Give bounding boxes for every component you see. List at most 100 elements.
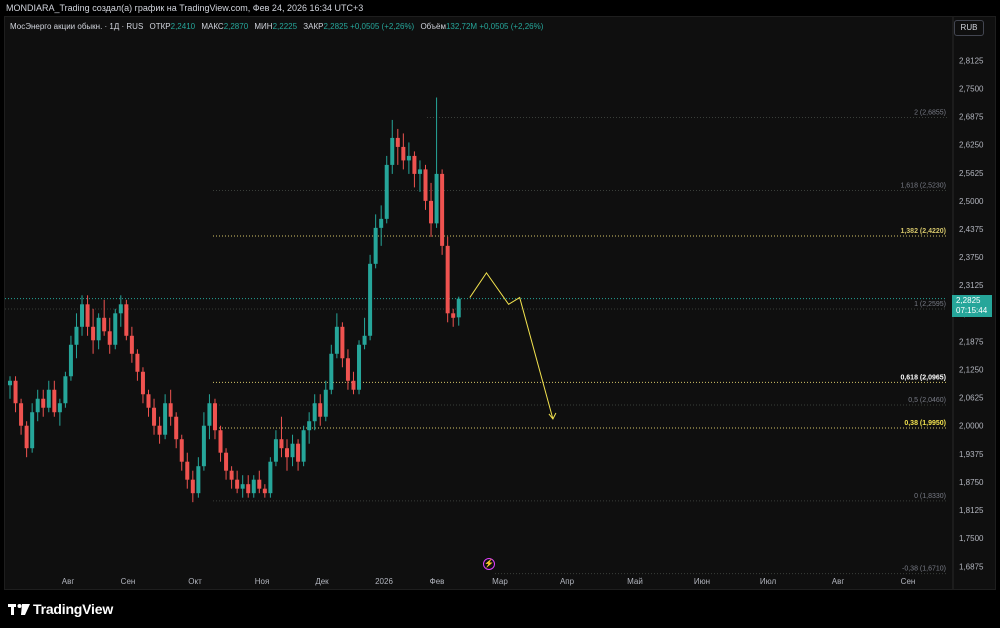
candle-body[interactable] — [185, 461, 190, 480]
candle-body[interactable] — [451, 313, 456, 318]
candle-body[interactable] — [146, 394, 151, 408]
candle-body[interactable] — [357, 344, 362, 390]
candle-body[interactable] — [152, 407, 157, 426]
low-value: 2,2225 — [272, 22, 298, 31]
candle-body[interactable] — [257, 479, 262, 489]
candle-body[interactable] — [406, 155, 411, 161]
currency-button[interactable]: RUB — [954, 20, 984, 36]
candle-body[interactable] — [179, 439, 184, 462]
candle-body[interactable] — [434, 173, 439, 224]
candle-body[interactable] — [390, 137, 395, 165]
candle-body[interactable] — [429, 200, 434, 224]
candle-body[interactable] — [251, 479, 256, 494]
low-label: МИН — [254, 22, 273, 31]
candle-body[interactable] — [201, 425, 206, 467]
chart-area[interactable]: 2,87502,81252,75002,68752,62502,56252,50… — [4, 16, 996, 590]
candle-body[interactable] — [41, 398, 46, 408]
price-chart[interactable]: 2,87502,81252,75002,68752,62502,56252,50… — [5, 17, 995, 589]
time-axis-tick: Май — [627, 577, 643, 586]
candle-body[interactable] — [368, 263, 373, 336]
candle-body[interactable] — [124, 304, 129, 336]
candle-body[interactable] — [30, 412, 35, 449]
candle-body[interactable] — [85, 304, 90, 327]
candle-body[interactable] — [129, 335, 134, 354]
candle-body[interactable] — [35, 398, 40, 413]
candle-body[interactable] — [318, 403, 323, 417]
candle-body[interactable] — [445, 245, 450, 314]
candle-body[interactable] — [417, 169, 422, 174]
candle-body[interactable] — [395, 137, 400, 147]
candle-body[interactable] — [80, 304, 85, 327]
candle-body[interactable] — [8, 380, 12, 386]
candle-body[interactable] — [323, 389, 328, 417]
candle-body[interactable] — [229, 470, 234, 480]
candle-body[interactable] — [63, 376, 68, 404]
time-axis-tick: Сен — [901, 577, 916, 586]
candle-body[interactable] — [296, 443, 301, 462]
candle-body[interactable] — [224, 452, 229, 471]
flash-icon[interactable]: ⚡ — [483, 558, 495, 570]
projection-path[interactable] — [469, 271, 554, 420]
candle-body[interactable] — [91, 326, 96, 341]
candle-body[interactable] — [456, 298, 461, 318]
candle-body[interactable] — [401, 146, 406, 161]
candle-body[interactable] — [362, 335, 367, 345]
high-value: 2,2870 — [223, 22, 249, 31]
candle-body[interactable] — [163, 403, 168, 435]
candle-body[interactable] — [290, 443, 295, 458]
candle-body[interactable] — [19, 403, 24, 426]
candle-body[interactable] — [279, 439, 284, 449]
price-axis-tick: 2,4375 — [959, 225, 984, 234]
candle-body[interactable] — [174, 416, 179, 440]
candle-body[interactable] — [384, 164, 389, 219]
candle-body[interactable] — [373, 227, 378, 264]
candle-body[interactable] — [207, 403, 212, 426]
candle-body[interactable] — [340, 326, 345, 359]
candle-body[interactable] — [46, 389, 51, 408]
tradingview-logo[interactable]: TradingView — [8, 601, 113, 617]
candle-body[interactable] — [118, 304, 123, 314]
time-axis-tick: Апр — [560, 577, 575, 586]
candle-body[interactable] — [285, 448, 289, 458]
chart-header-title: MONDIARA_Trading создал(а) график на Tra… — [6, 3, 364, 13]
candle-body[interactable] — [74, 326, 79, 345]
candle-body[interactable] — [235, 479, 240, 489]
candle-body[interactable] — [190, 479, 195, 494]
candle-body[interactable] — [262, 488, 267, 494]
candle-body[interactable] — [24, 425, 29, 449]
candle-body[interactable] — [140, 371, 145, 395]
candle-body[interactable] — [107, 331, 112, 345]
candle-body[interactable] — [268, 461, 273, 494]
candle-body[interactable] — [168, 403, 173, 417]
candle-body[interactable] — [345, 358, 350, 381]
candle-body[interactable] — [196, 466, 201, 494]
candle-body[interactable] — [57, 403, 62, 413]
candle-body[interactable] — [157, 425, 162, 435]
time-axis-tick: Сен — [121, 577, 136, 586]
candle-body[interactable] — [68, 344, 73, 377]
candle-body[interactable] — [218, 430, 223, 453]
candle-body[interactable] — [113, 313, 118, 345]
candle-body[interactable] — [52, 389, 57, 413]
candle-body[interactable] — [96, 317, 101, 341]
candle-body[interactable] — [307, 421, 312, 431]
candle-body[interactable] — [13, 380, 18, 404]
candle-body[interactable] — [102, 317, 107, 332]
candle-body[interactable] — [351, 380, 356, 390]
candle-body[interactable] — [301, 430, 306, 462]
candle-body[interactable] — [135, 353, 140, 372]
candle-body[interactable] — [379, 218, 384, 228]
candle-body[interactable] — [212, 403, 217, 431]
candle-body[interactable] — [423, 169, 428, 201]
candle-body[interactable] — [273, 439, 278, 462]
candle-body[interactable] — [312, 403, 317, 422]
fib-level-label: 2 (2,6855) — [914, 109, 946, 116]
candle-body[interactable] — [440, 173, 445, 246]
candle-body[interactable] — [412, 155, 417, 174]
candle-body[interactable] — [240, 484, 245, 489]
symbol-name[interactable]: МосЭнерго акции обыкн. · 1Д · RUS — [10, 22, 143, 31]
candle-body[interactable] — [334, 326, 339, 354]
price-axis-tick: 1,7500 — [959, 534, 984, 543]
candle-body[interactable] — [329, 353, 334, 390]
candle-body[interactable] — [246, 484, 251, 494]
